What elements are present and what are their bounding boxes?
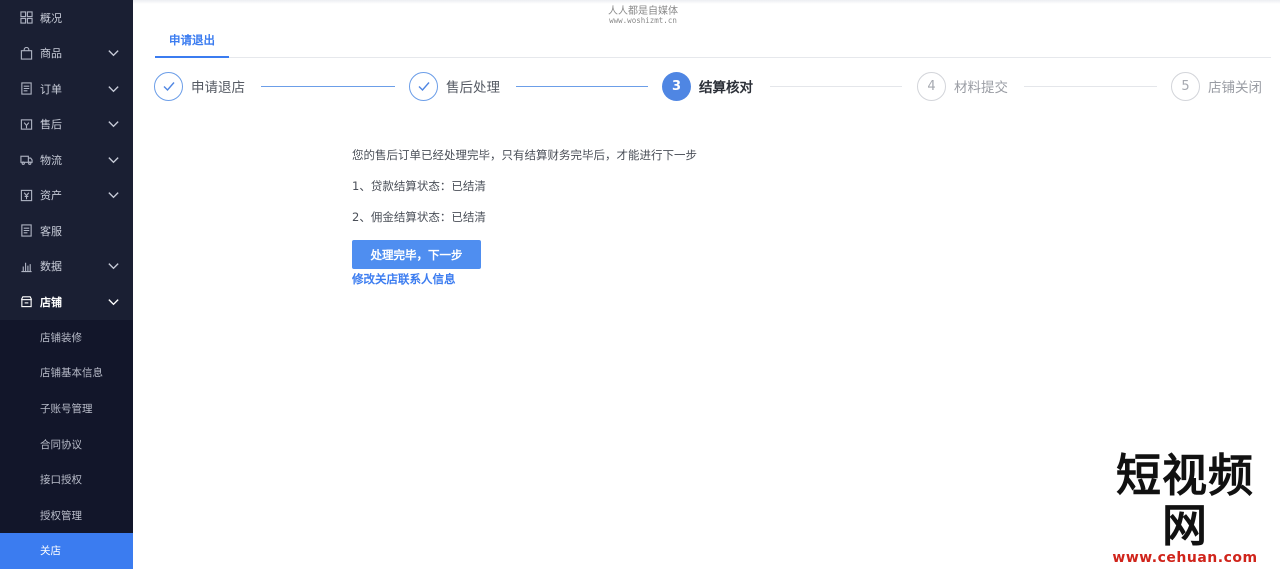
check-icon: [154, 72, 183, 101]
chevron-down-icon[interactable]: [107, 260, 120, 273]
document-icon: [19, 224, 33, 238]
sidebar: 概况 商品 订单 售后 物流 资产: [0, 0, 133, 568]
step-connector: [1024, 86, 1157, 87]
sidebar-item-label: 客服: [40, 223, 62, 239]
sidebar-item-label: 店铺: [40, 294, 62, 310]
sidebar-item-label: 资产: [40, 187, 62, 203]
step-materials: 4 材料提交: [917, 71, 1008, 101]
step-connector: [261, 86, 395, 87]
submenu-item-contracts[interactable]: 合同协议: [0, 426, 133, 462]
watermark-url: www.woshizmt.cn: [603, 17, 683, 25]
loan-settlement-status: 1、贷款结算状态：已结清: [352, 178, 952, 209]
yen-icon: [19, 188, 33, 202]
top-watermark: 人人都是自媒体 www.woshizmt.cn: [603, 6, 683, 25]
chevron-down-icon[interactable]: [107, 118, 120, 131]
step-number: 4: [917, 72, 946, 101]
sidebar-item-label: 数据: [40, 258, 62, 274]
store-submenu: 店铺装修 店铺基本信息 子账号管理 合同协议 接口授权 授权管理 关店: [0, 320, 133, 569]
step-connector: [516, 86, 648, 87]
sidebar-item-label: 概况: [40, 10, 62, 26]
tab-bar: 申请退出: [155, 26, 1271, 58]
settlement-panel: 您的售后订单已经处理完毕，只有结算财务完毕后，才能进行下一步 1、贷款结算状态：…: [352, 147, 952, 287]
chevron-down-icon[interactable]: [107, 82, 120, 95]
step-label: 店铺关闭: [1208, 76, 1262, 96]
submenu-item-store-decoration[interactable]: 店铺装修: [0, 320, 133, 356]
sidebar-item-label: 订单: [40, 81, 62, 97]
submenu-item-close-store[interactable]: 关店: [0, 533, 133, 569]
edit-contact-link[interactable]: 修改关店联系人信息: [352, 271, 952, 287]
submenu-item-auth-management[interactable]: 授权管理: [0, 497, 133, 533]
sidebar-item-label: 售后: [40, 116, 62, 132]
step-label: 申请退店: [191, 76, 245, 96]
step-apply: 申请退店: [154, 71, 245, 101]
watermark-url: www.cehuan.com: [1094, 551, 1276, 566]
sidebar-item-assets[interactable]: 资产: [0, 178, 133, 214]
progress-steps: 申请退店 售后处理 3 结算核对 4 材料提交 5 店铺关闭: [154, 71, 1269, 103]
step-number: 3: [662, 72, 691, 101]
sidebar-item-aftersale[interactable]: 售后: [0, 107, 133, 143]
submenu-item-store-info[interactable]: 店铺基本信息: [0, 355, 133, 391]
sidebar-item-products[interactable]: 商品: [0, 36, 133, 72]
notice-text: 您的售后订单已经处理完毕，只有结算财务完毕后，才能进行下一步: [352, 147, 952, 178]
chevron-down-icon[interactable]: [107, 295, 120, 308]
sidebar-item-data[interactable]: 数据: [0, 249, 133, 285]
step-label: 结算核对: [699, 76, 753, 96]
tab-apply-exit[interactable]: 申请退出: [155, 26, 229, 58]
topbar-shade: [133, 0, 1280, 4]
next-step-button[interactable]: 处理完毕，下一步: [352, 240, 481, 269]
step-close: 5 店铺关闭: [1171, 71, 1262, 101]
store-icon: [19, 295, 33, 309]
step-number: 5: [1171, 72, 1200, 101]
submenu-item-api-auth[interactable]: 接口授权: [0, 462, 133, 498]
chevron-down-icon[interactable]: [107, 189, 120, 202]
truck-icon: [19, 153, 33, 167]
sidebar-item-orders[interactable]: 订单: [0, 71, 133, 107]
sidebar-item-logistics[interactable]: 物流: [0, 142, 133, 178]
watermark-title: 短视频网: [1094, 451, 1276, 551]
bag-icon: [19, 46, 33, 60]
check-icon: [409, 72, 438, 101]
aftersale-icon: [19, 117, 33, 131]
bar-chart-icon: [19, 259, 33, 273]
submenu-item-sub-accounts[interactable]: 子账号管理: [0, 391, 133, 427]
chevron-down-icon[interactable]: [107, 153, 120, 166]
sidebar-item-overview[interactable]: 概况: [0, 0, 133, 36]
step-connector: [770, 86, 902, 87]
step-settlement: 3 结算核对: [662, 71, 753, 101]
sidebar-item-label: 商品: [40, 45, 62, 61]
commission-settlement-status: 2、佣金结算状态：已结清: [352, 209, 952, 240]
chevron-down-icon[interactable]: [107, 47, 120, 60]
step-label: 售后处理: [446, 76, 500, 96]
grid-icon: [19, 11, 33, 25]
corner-watermark: 短视频网 www.cehuan.com: [1094, 451, 1276, 566]
document-icon: [19, 82, 33, 96]
sidebar-item-label: 物流: [40, 152, 62, 168]
sidebar-item-store[interactable]: 店铺: [0, 284, 133, 320]
step-aftersale: 售后处理: [409, 71, 500, 101]
step-label: 材料提交: [954, 76, 1008, 96]
sidebar-item-service[interactable]: 客服: [0, 213, 133, 249]
